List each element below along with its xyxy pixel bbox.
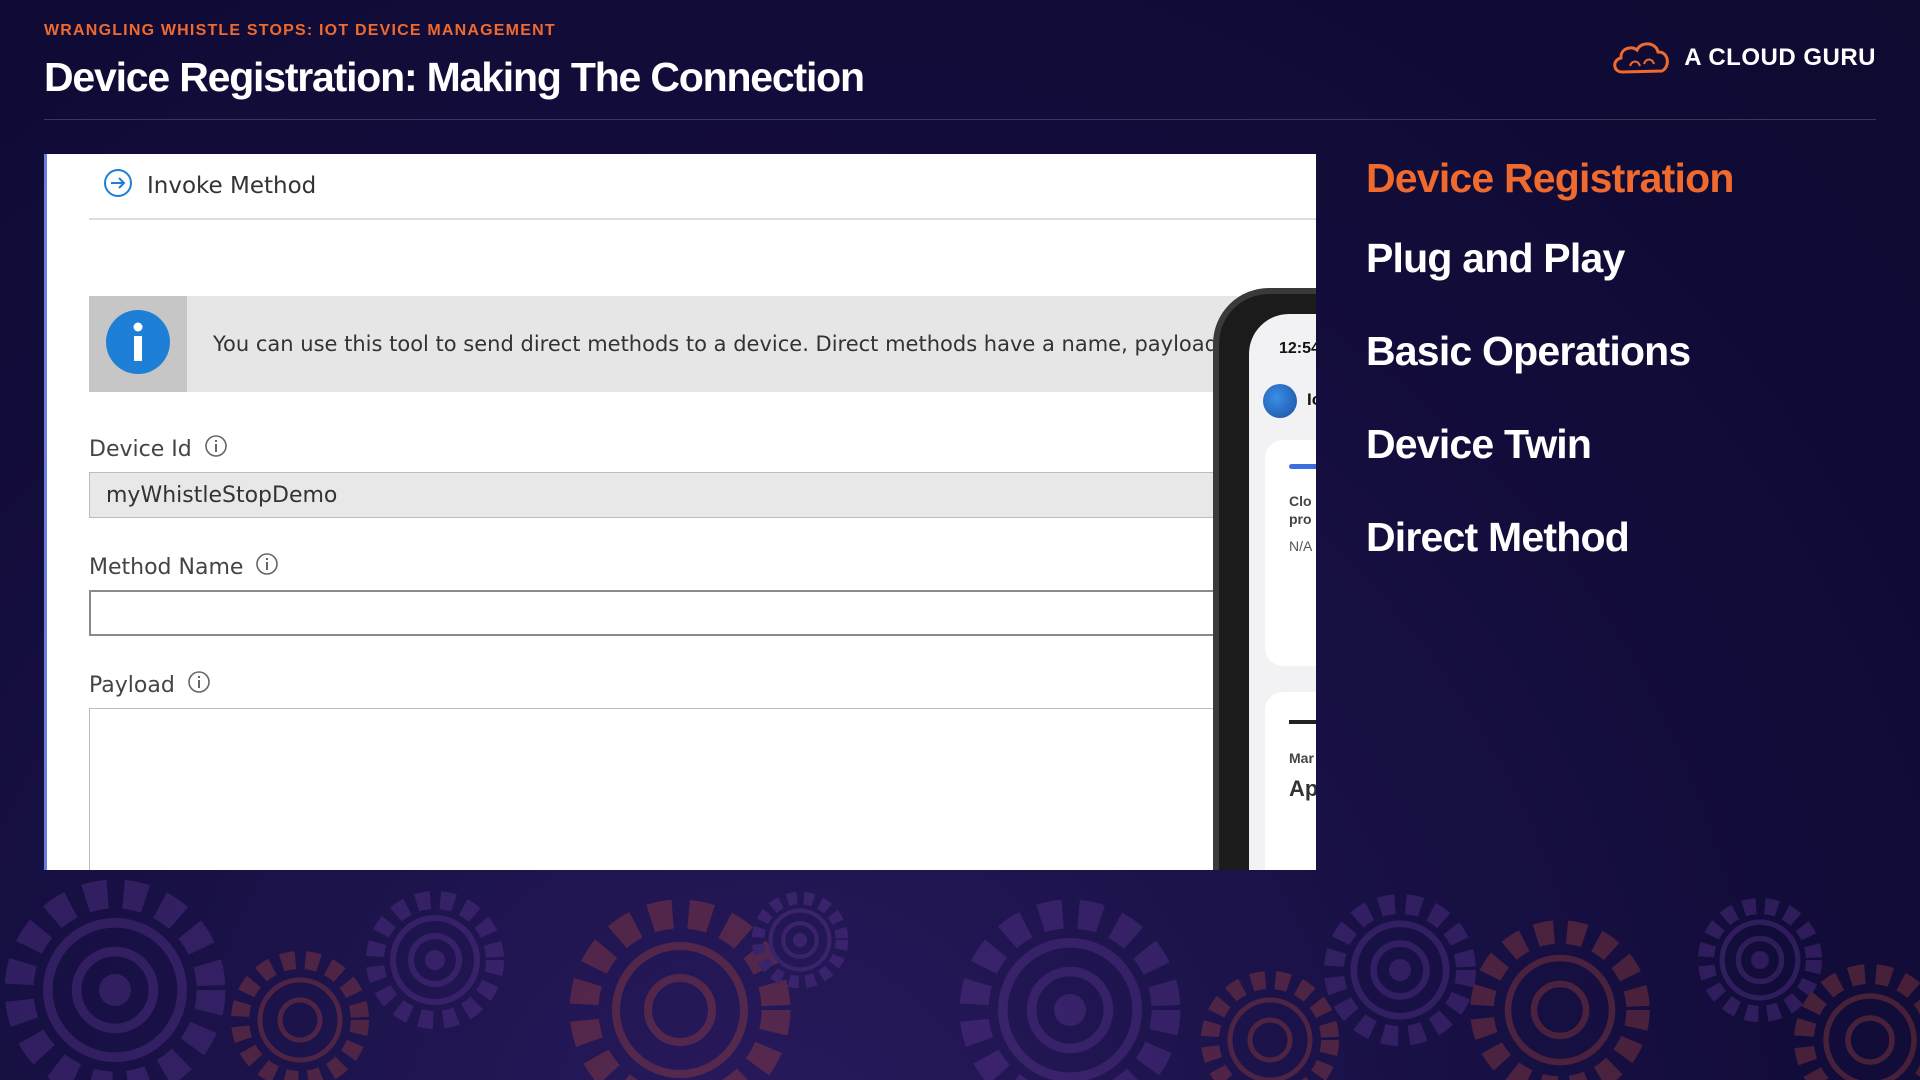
device-id-label: Device Id <box>89 434 228 464</box>
invoke-method-header[interactable]: Invoke Method <box>103 168 316 204</box>
card2-label: Mar <box>1289 750 1314 766</box>
card-title: Clo pro <box>1289 492 1312 528</box>
phone-card-secondary: Mar Ap <box>1265 692 1316 870</box>
info-banner: You can use this tool to send direct met… <box>89 296 1316 392</box>
topic-device-twin: Device Twin <box>1366 421 1592 467</box>
payload-textarea[interactable] <box>89 708 1249 870</box>
device-id-label-text: Device Id <box>89 436 192 462</box>
topic-list: Device Registration Plug and Play Basic … <box>1366 152 1734 604</box>
card2-value: Ap <box>1289 776 1316 801</box>
device-id-field[interactable]: myWhistleStopDemo <box>89 472 1249 518</box>
topic-plug-and-play: Plug and Play <box>1366 235 1625 281</box>
invoke-method-screenshot: Invoke Method You can use this tool to s… <box>44 154 1316 870</box>
info-circle-icon[interactable] <box>255 552 279 582</box>
info-icon-box <box>89 296 187 392</box>
card-title-line2: pro <box>1289 511 1312 527</box>
arrow-circle-right-icon <box>103 168 133 204</box>
card-divider <box>1289 720 1316 724</box>
info-circle-icon[interactable] <box>187 670 211 700</box>
method-name-label: Method Name <box>89 552 279 582</box>
slide-header: WRANGLING WHISTLE STOPS: IOT DEVICE MANA… <box>44 22 865 101</box>
phone-screen: 12:54 Io Clo pro N/A Mar Ap <box>1249 314 1316 870</box>
info-icon <box>105 309 171 380</box>
app-icon <box>1263 384 1297 418</box>
phone-mockup: 12:54 Io Clo pro N/A Mar Ap <box>1213 288 1316 870</box>
gears-decoration <box>0 870 1920 1080</box>
section-divider <box>89 218 1316 220</box>
method-name-input[interactable] <box>89 590 1249 636</box>
card-accent-bar <box>1289 464 1316 469</box>
payload-label: Payload <box>89 670 211 700</box>
phone-card: Clo pro N/A <box>1265 440 1316 666</box>
invoke-method-label: Invoke Method <box>147 173 317 199</box>
slide-title: Device Registration: Making The Connecti… <box>44 54 865 100</box>
card-title-line1: Clo <box>1289 493 1312 509</box>
header-divider <box>44 119 1876 120</box>
info-circle-icon[interactable] <box>204 434 228 464</box>
card-value: N/A <box>1289 538 1313 554</box>
topic-device-registration: Device Registration <box>1366 155 1734 201</box>
brand-logo: A CLOUD GURU <box>1610 38 1876 78</box>
info-banner-text: You can use this tool to send direct met… <box>213 332 1253 356</box>
topic-basic-operations: Basic Operations <box>1366 328 1691 374</box>
method-name-label-text: Method Name <box>89 554 244 580</box>
course-subtitle: WRANGLING WHISTLE STOPS: IOT DEVICE MANA… <box>44 22 556 39</box>
topic-direct-method: Direct Method <box>1366 514 1630 560</box>
phone-clock: 12:54 <box>1279 340 1316 357</box>
cloud-logo-icon <box>1610 38 1672 78</box>
phone-app-label: Io <box>1307 390 1316 409</box>
brand-name: A CLOUD GURU <box>1684 44 1876 71</box>
payload-label-text: Payload <box>89 672 175 698</box>
